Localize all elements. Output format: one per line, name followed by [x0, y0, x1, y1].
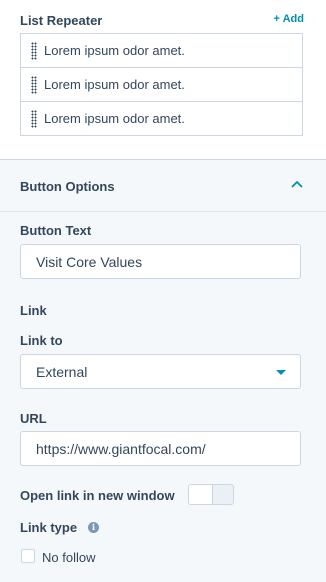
link-to-select[interactable]: External — [20, 354, 301, 389]
url-value: https://www.giantfocal.com/ — [36, 440, 206, 457]
link-to-label: Link to — [20, 333, 63, 348]
link-section-label: Link — [20, 303, 47, 318]
list-repeater-panel: List Repeater + Add Lorem ipsum odor ame… — [0, 0, 326, 160]
add-item-button[interactable]: + Add — [274, 13, 304, 25]
info-icon[interactable]: i — [88, 522, 99, 533]
open-new-window-toggle[interactable] — [188, 484, 234, 505]
url-input[interactable]: https://www.giantfocal.com/ — [20, 431, 301, 466]
list-item[interactable]: Lorem ipsum odor amet. — [21, 67, 302, 101]
button-options-title: Button Options — [20, 179, 115, 194]
drag-handle-icon[interactable] — [31, 41, 37, 60]
button-text-label: Button Text — [20, 223, 92, 238]
drag-handle-icon[interactable] — [31, 75, 37, 94]
button-options-header[interactable]: Button Options — [0, 160, 326, 212]
open-new-window-label: Open link in new window — [20, 488, 175, 503]
url-label: URL — [20, 411, 47, 426]
list-item[interactable]: Lorem ipsum odor amet. — [21, 34, 302, 67]
button-text-value: Visit Core Values — [36, 253, 143, 270]
no-follow-label: No follow — [42, 550, 96, 565]
list-item-label: Lorem ipsum odor amet. — [44, 77, 185, 92]
list-item-label: Lorem ipsum odor amet. — [44, 43, 185, 58]
caret-down-icon — [276, 370, 286, 375]
repeater-list: Lorem ipsum odor amet. Lorem ipsum odor … — [20, 33, 303, 136]
list-repeater-title: List Repeater — [20, 13, 103, 28]
link-to-value: External — [36, 363, 88, 380]
no-follow-checkbox[interactable] — [21, 549, 35, 563]
list-item[interactable]: Lorem ipsum odor amet. — [21, 101, 302, 135]
button-text-input[interactable]: Visit Core Values — [20, 244, 301, 279]
chevron-up-icon[interactable] — [291, 180, 303, 188]
list-item-label: Lorem ipsum odor amet. — [44, 111, 185, 126]
link-type-label: Link type — [20, 520, 78, 535]
toggle-knob — [189, 485, 213, 504]
drag-handle-icon[interactable] — [31, 109, 37, 128]
